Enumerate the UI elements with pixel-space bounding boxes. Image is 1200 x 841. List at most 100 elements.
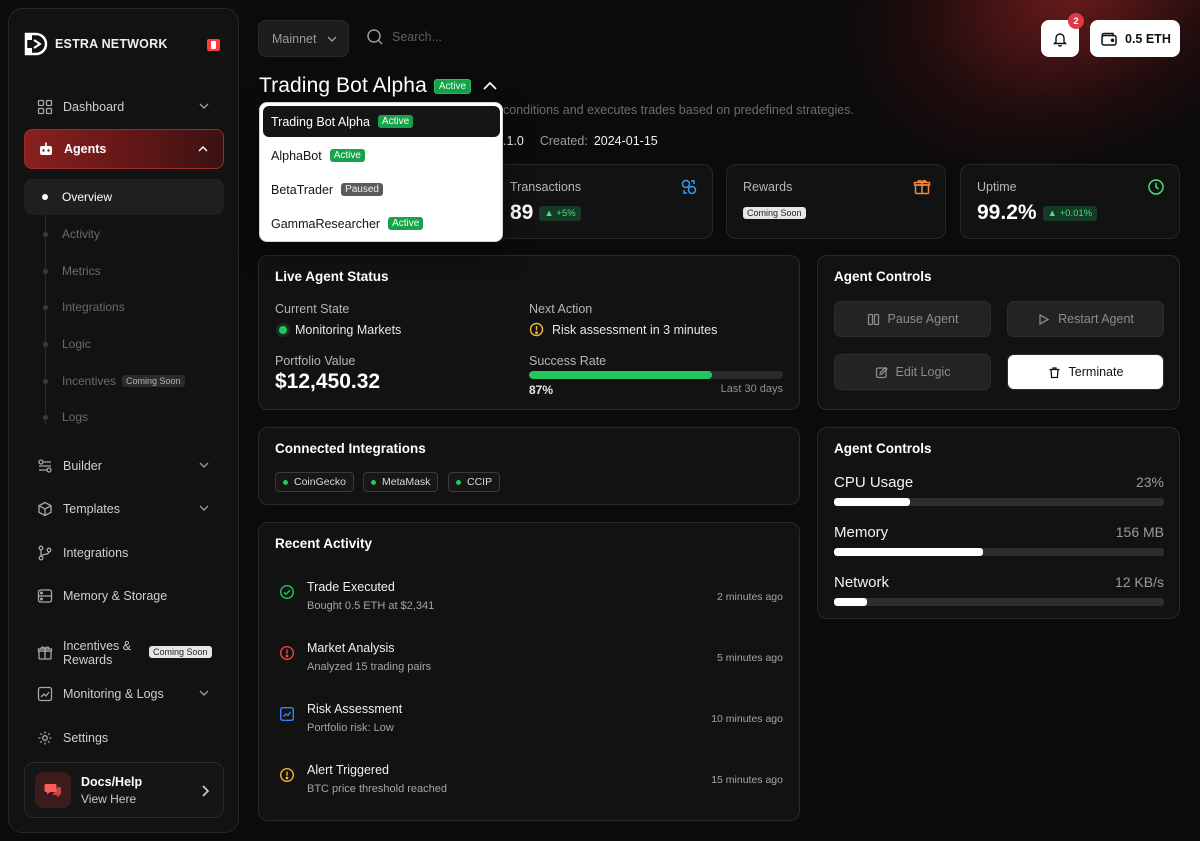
resource-fill [834, 598, 867, 606]
activity-item[interactable]: Market Analysis Analyzed 15 trading pair… [275, 641, 783, 691]
search-bar[interactable]: Search... [366, 28, 442, 46]
chip-label: CCIP [467, 476, 493, 488]
flag-icon[interactable] [207, 39, 220, 51]
sub-item-overview[interactable]: Overview [24, 179, 224, 215]
chevron-down-icon [199, 690, 209, 696]
sub-item-incentives[interactable]: Incentives Coming Soon [24, 363, 224, 399]
dropdown-item-trading-bot-alpha[interactable]: Trading Bot Alpha Active [263, 106, 500, 137]
edit-logic-button[interactable]: Edit Logic [834, 354, 991, 390]
integration-chip-ccip[interactable]: CCIP [448, 472, 501, 492]
integration-chip-coingecko[interactable]: CoinGecko [275, 472, 354, 492]
cube-icon [37, 501, 53, 517]
activity-time: 5 minutes ago [717, 652, 783, 664]
resource-label: Memory [834, 524, 889, 541]
sub-item-logs[interactable]: Logs [24, 399, 224, 435]
warning-icon [529, 322, 544, 337]
sub-item-label: Logic [62, 337, 91, 351]
portfolio-value: $12,450.32 [275, 370, 381, 393]
success-rate-bar [529, 371, 783, 379]
sidebar-item-label: Dashboard [63, 100, 125, 114]
check-circle-icon [279, 584, 295, 600]
sub-item-integrations[interactable]: Integrations [24, 289, 224, 325]
restart-agent-button[interactable]: Restart Agent [1007, 301, 1164, 337]
activity-title: Market Analysis [307, 641, 395, 655]
gift-icon [913, 179, 931, 195]
dropdown-item-betatrader[interactable]: BetaTrader Paused [263, 174, 500, 205]
brand-name: ESTRA NETWORK [55, 37, 168, 51]
search-input[interactable]: Search... [392, 30, 442, 44]
sidebar: ESTRA NETWORK Dashboard Agents Overview … [8, 8, 239, 833]
sidebar-item-label: Agents [64, 142, 107, 156]
sidebar-item-integrations[interactable]: Integrations [24, 533, 224, 573]
sidebar-item-templates[interactable]: Templates [24, 489, 224, 529]
alert-circle-icon [279, 645, 295, 661]
terminate-button[interactable]: Terminate [1007, 354, 1164, 390]
bullet-dot [43, 379, 48, 384]
activity-item[interactable]: Trade Executed Bought 0.5 ETH at $2,341 … [275, 580, 783, 630]
activity-item[interactable]: Alert Triggered BTC price threshold reac… [275, 763, 783, 813]
coming-soon-badge: Coming Soon [149, 646, 212, 658]
sidebar-item-memory-storage[interactable]: Memory & Storage [24, 576, 224, 616]
sidebar-item-agents[interactable]: Agents [24, 129, 224, 169]
stat-card-rewards: Rewards Coming Soon [726, 164, 946, 239]
stat-card-uptime: Uptime 99.2% ▲ +0.01% [960, 164, 1180, 239]
activity-item[interactable]: Risk Assessment Portfolio risk: Low 10 m… [275, 702, 783, 752]
dropdown-item-alphabot[interactable]: AlphaBot Active [263, 140, 500, 171]
stat-label: Transactions [510, 180, 582, 194]
wallet-balance: 0.5 ETH [1125, 31, 1171, 46]
dropdown-item-gammaresearcher[interactable]: GammaResearcher Active [263, 208, 500, 239]
sidebar-item-dashboard[interactable]: Dashboard [24, 87, 224, 127]
gear-icon [37, 730, 53, 746]
bullet-dot [43, 269, 48, 274]
activity-title: Trade Executed [307, 580, 395, 594]
pause-agent-button[interactable]: Pause Agent [834, 301, 991, 337]
chevron-up-icon[interactable] [482, 80, 498, 92]
agent-meta: .1.0 Created: 2024-01-15 [503, 134, 658, 148]
delta-value: +5% [556, 207, 576, 219]
button-label: Terminate [1068, 365, 1124, 379]
sub-item-label: Logs [62, 410, 89, 424]
bullet-dot [42, 194, 48, 200]
status-badge: Active [433, 78, 472, 94]
button-label: Restart Agent [1058, 312, 1134, 326]
stat-label: Rewards [743, 180, 793, 194]
stat-value-group: 89 ▲ +5% [510, 201, 581, 225]
agent-selector[interactable]: Trading Bot Alpha Active [259, 74, 498, 98]
trend-icon [280, 707, 295, 722]
chevron-up-icon [198, 146, 208, 152]
exchange-icon [681, 179, 697, 195]
integration-chip-metamask[interactable]: MetaMask [363, 472, 439, 492]
sidebar-item-label: Integrations [63, 546, 129, 560]
chevron-down-icon [327, 36, 337, 42]
chevron-down-icon [199, 462, 209, 468]
brand[interactable]: ESTRA NETWORK [23, 31, 168, 57]
panel-title: Agent Controls [834, 441, 932, 456]
sidebar-item-builder[interactable]: Builder [24, 446, 224, 486]
status-dot [456, 479, 461, 485]
sidebar-item-incentives-rewards[interactable]: Incentives & Rewards Coming Soon [24, 633, 224, 673]
sidebar-item-monitoring-logs[interactable]: Monitoring & Logs [24, 674, 224, 714]
dropdown-item-label: BetaTrader [271, 182, 334, 197]
agent-version: .1.0 [503, 134, 524, 148]
sub-item-logic[interactable]: Logic [24, 326, 224, 362]
resource-label: CPU Usage [834, 474, 914, 491]
sidebar-item-settings[interactable]: Settings [24, 718, 224, 758]
sub-item-label: Metrics [62, 264, 101, 278]
button-label: Edit Logic [895, 365, 951, 379]
builder-icon [37, 458, 53, 474]
network-select[interactable]: Mainnet [258, 20, 349, 57]
sub-item-activity[interactable]: Activity [24, 216, 224, 252]
wallet-button[interactable]: 0.5 ETH [1090, 20, 1180, 57]
docs-help-card[interactable]: Docs/Help View Here [24, 762, 224, 818]
status-dot [283, 479, 288, 485]
integrations-panel: Connected Integrations CoinGecko MetaMas… [258, 427, 800, 505]
status-badge: Active [377, 115, 414, 128]
delta-badge: ▲ +5% [539, 205, 581, 221]
success-rate-period: Last 30 days [720, 383, 783, 395]
delta-value: +0.01% [1059, 207, 1093, 219]
sub-item-metrics[interactable]: Metrics [24, 253, 224, 289]
activity-subtitle: Analyzed 15 trading pairs [307, 661, 432, 673]
chip-label: CoinGecko [294, 476, 346, 488]
panel-title: Recent Activity [275, 536, 373, 551]
sidebar-item-label: Settings [63, 731, 109, 745]
